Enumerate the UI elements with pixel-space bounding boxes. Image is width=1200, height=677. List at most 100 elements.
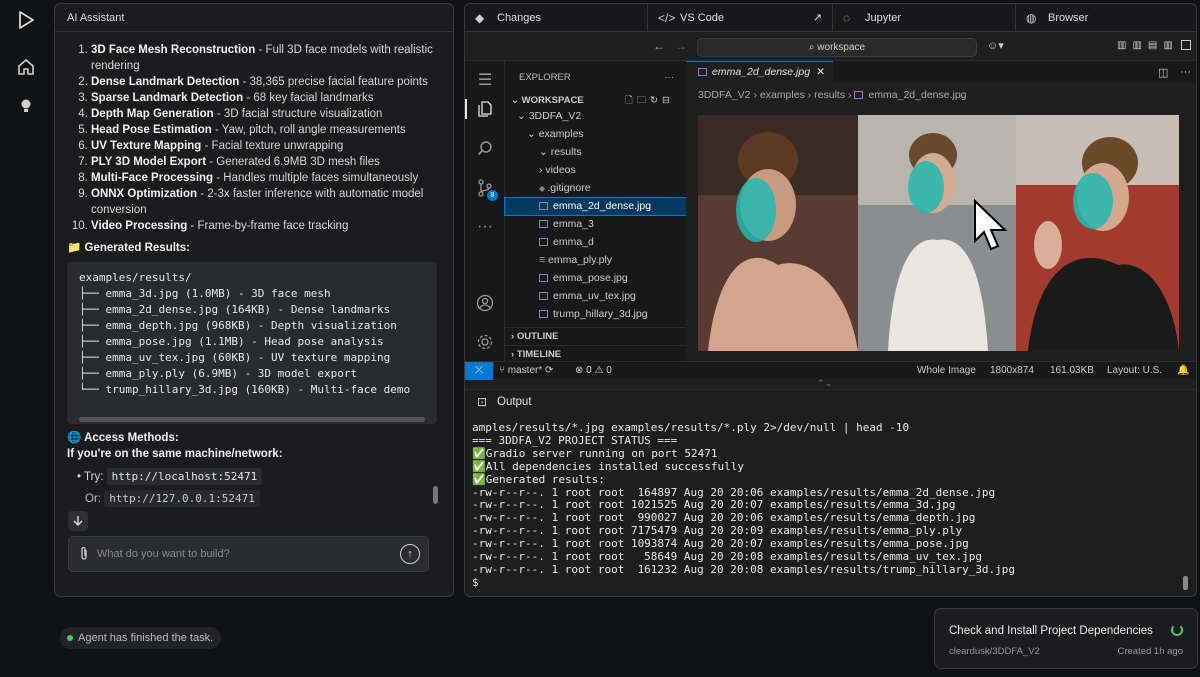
feature-name: Depth Map Generation (91, 108, 214, 120)
logo-play-icon[interactable] (14, 8, 38, 32)
tree-folder[interactable]: ⌄ examples (505, 126, 686, 143)
notifications-icon[interactable]: 🔔 (1177, 362, 1189, 380)
feature-item: Multi-Face Processing - Handles multiple… (91, 170, 437, 186)
tree-file[interactable]: emma_2d_dense.jpg (504, 197, 687, 216)
account-icon[interactable] (475, 293, 495, 313)
crumb-root[interactable]: 3DDFA_V2 (698, 89, 751, 101)
arrow-up-icon: ↑ (407, 548, 413, 560)
window-icon[interactable] (1181, 40, 1191, 50)
loopback-link[interactable]: http://127.0.0.1:52471 (104, 490, 260, 507)
tree-file[interactable]: emma_d (505, 234, 686, 251)
localhost-link[interactable]: http://localhost:52471 (106, 468, 263, 485)
feature-desc: - Frame-by-frame face tracking (187, 220, 349, 232)
settings-gear-icon[interactable] (475, 332, 495, 352)
timeline-section[interactable]: › TIMELINE (505, 345, 686, 362)
branch-name: master* (507, 365, 543, 376)
crumb-file[interactable]: emma_2d_dense.jpg (868, 89, 966, 101)
scroll-down-button[interactable] (68, 511, 88, 531)
lightbulb-icon[interactable] (14, 94, 38, 118)
copilot-icon[interactable]: ☺▾ (987, 39, 1004, 52)
paperclip-icon[interactable] (79, 546, 89, 567)
layout-controls-icon[interactable]: ▥▥▤▥ (1117, 40, 1179, 51)
output-line: amples/results/*.jpg examples/results/*.… (472, 422, 910, 434)
feature-desc: - Handles multiple faces simultaneously (213, 172, 419, 184)
feature-name: Video Processing (91, 220, 188, 232)
workspace-panel: ◆ Changes </> VS Code ↗ ◌ Jupyter ◍ Brow… (464, 3, 1197, 597)
activity-bar: ☰ 8 ··· (465, 61, 505, 361)
feature-name: Dense Landmark Detection (91, 76, 240, 88)
tree-item-label: emma_d (553, 236, 594, 248)
diamond-icon: ◆ (475, 11, 485, 25)
app-rail (0, 0, 52, 677)
tree-item-label: 3DDFA_V2 (528, 110, 582, 122)
zoom-mode[interactable]: Whole Image (917, 362, 976, 380)
crumb-examples[interactable]: examples (760, 89, 805, 101)
home-icon[interactable] (14, 55, 38, 79)
code-line: ├── emma_depth.jpg (968KB) - Depth visua… (79, 319, 397, 332)
prompt-input[interactable] (97, 545, 387, 563)
task-card[interactable]: Check and Install Project Dependencies c… (934, 608, 1198, 669)
terminal-scrollbar[interactable] (1183, 576, 1188, 590)
image-file-icon (698, 68, 707, 77)
more-actions-icon[interactable]: ··· (665, 69, 675, 86)
status-dot (67, 635, 73, 641)
search-icon[interactable] (475, 138, 495, 158)
editor-more-icon[interactable]: ··· (1180, 66, 1191, 78)
arrow-down-icon (73, 516, 83, 526)
output-line: ✅Gradio server running on port 52471 (472, 446, 718, 460)
search-text: workspace (817, 42, 866, 53)
panel-resize-icon[interactable]: ⌃⌄ (817, 378, 832, 389)
menu-icon[interactable]: ☰ (475, 70, 495, 90)
output-terminal[interactable]: amples/results/*.jpg examples/results/*.… (472, 422, 1182, 594)
tab-browser[interactable]: ◍ Browser (1016, 4, 1196, 32)
open-external-icon[interactable]: ↗ (813, 4, 822, 32)
source-control-icon[interactable]: 8 (475, 178, 498, 201)
workspace-tabs: ◆ Changes </> VS Code ↗ ◌ Jupyter ◍ Brow… (465, 4, 1196, 32)
problems-indicator[interactable]: ⊗ 0 ⚠ 0 (575, 362, 612, 380)
tab-vscode-label: VS Code (680, 12, 725, 24)
tree-file[interactable]: ◆ .gitignore (505, 180, 686, 197)
text-file-icon: ≡ (539, 254, 549, 266)
chat-scrollbar[interactable] (433, 486, 438, 504)
feature-name: 3D Face Mesh Reconstruction (91, 44, 256, 56)
command-center-search[interactable]: ⌕ workspace (697, 38, 977, 57)
branch-indicator[interactable]: ⑂ master* ⟳ (499, 362, 553, 380)
tab-jupyter[interactable]: ◌ Jupyter (833, 4, 1016, 32)
tree-file[interactable]: trump_hillary_3d.jpg (505, 306, 686, 323)
tree-folder[interactable]: › videos (505, 162, 686, 179)
code-horizontal-scrollbar[interactable] (79, 417, 425, 422)
explorer-title: EXPLORER ··· (505, 69, 686, 86)
keyboard-layout[interactable]: Layout: U.S. (1107, 362, 1162, 380)
tree-folder[interactable]: ⌄ 3DDFA_V2 (505, 108, 686, 125)
image-preview (698, 115, 1179, 351)
task-title: Check and Install Project Dependencies (949, 625, 1153, 637)
feature-item: Sparse Landmark Detection - 68 key facia… (91, 90, 437, 106)
back-arrow-icon[interactable]: ← (653, 39, 665, 53)
tree-file[interactable]: emma_uv_tex.jpg (505, 288, 686, 305)
timeline-label: TIMELINE (516, 349, 562, 360)
forward-arrow-icon[interactable]: → (675, 39, 687, 53)
more-icon[interactable]: ··· (475, 217, 495, 237)
close-icon[interactable]: ✕ (816, 62, 825, 83)
output-header: ⊡ Output (465, 389, 1196, 413)
tree-folder[interactable]: ⌄ results (505, 144, 686, 161)
explorer-icon[interactable] (465, 99, 505, 119)
tree-file[interactable]: emma_3 (505, 216, 686, 233)
code-line: ├── emma_2d_dense.jpg (164KB) - Dense la… (79, 303, 391, 316)
tree-file[interactable]: ≡ emma_ply.ply (505, 252, 686, 269)
workspace-label: WORKSPACE (521, 95, 584, 106)
explorer-actions-icon[interactable]: 🗋🗀↻⊟ (625, 92, 674, 109)
crumb-results[interactable]: results (814, 89, 845, 101)
feature-item: PLY 3D Model Export - Generated 6.9MB 3D… (91, 154, 437, 170)
send-button[interactable]: ↑ (400, 544, 420, 564)
outline-section[interactable]: › OUTLINE (505, 327, 686, 344)
editor-tab[interactable]: emma_2d_dense.jpg ✕ (686, 61, 833, 83)
remote-icon[interactable]: ⤫ (465, 362, 493, 380)
split-editor-icon[interactable]: ◫ (1158, 66, 1168, 79)
tree-file[interactable]: emma_pose.jpg (505, 270, 686, 287)
tab-vscode[interactable]: </> VS Code ↗ (648, 4, 833, 32)
feature-item: ONNX Optimization - 2-3x faster inferenc… (91, 186, 437, 218)
chat-transcript: 3D Face Mesh Reconstruction - Full 3D fa… (67, 42, 437, 517)
tab-changes[interactable]: ◆ Changes (465, 4, 648, 32)
workspace-header[interactable]: ⌄ WORKSPACE 🗋🗀↻⊟ (505, 92, 686, 109)
